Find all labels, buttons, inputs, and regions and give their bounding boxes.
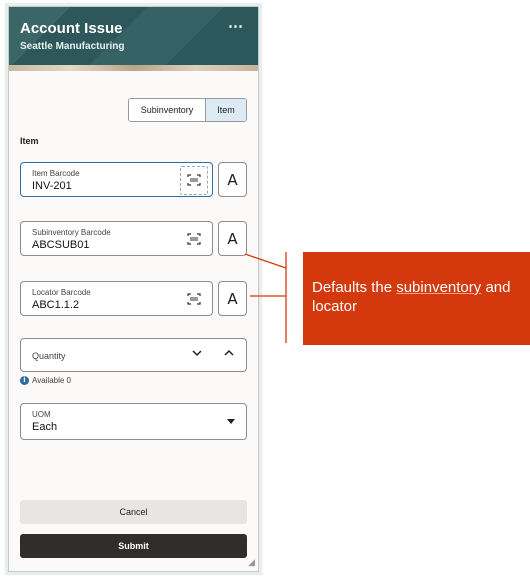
annotation-callout: Defaults the subinventory and locator	[303, 252, 530, 345]
callout-text-underlined: subinventory	[396, 279, 482, 296]
callout-text-start: Defaults the	[312, 279, 397, 296]
